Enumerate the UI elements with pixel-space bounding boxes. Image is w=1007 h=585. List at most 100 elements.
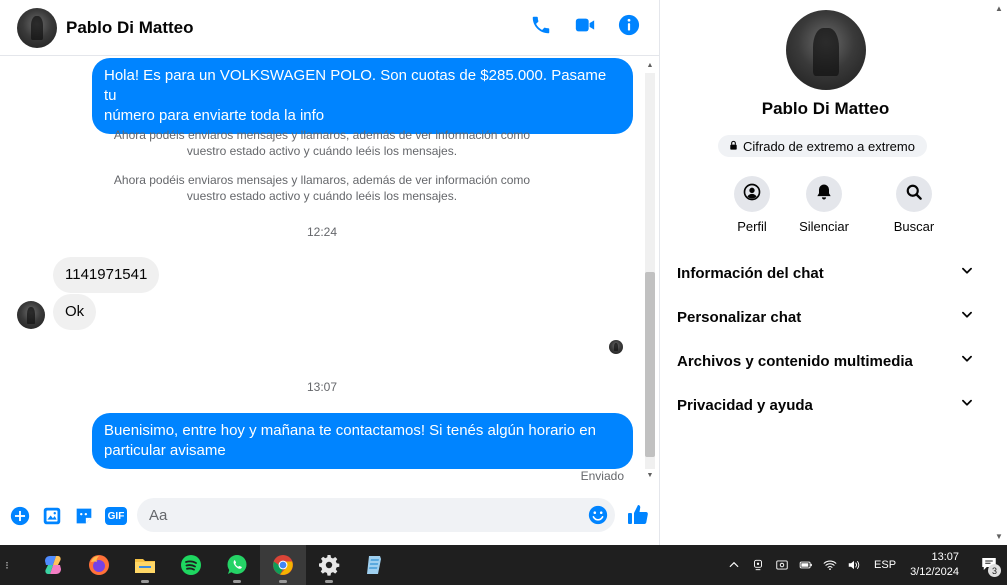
encryption-badge-label: Cifrado de extremo a extremo	[743, 138, 915, 154]
contact-avatar[interactable]	[17, 7, 57, 48]
clock-time: 13:07	[931, 551, 959, 563]
section-chat-info[interactable]: Información del chat	[661, 251, 990, 295]
outgoing-message[interactable]: Buenisimo, entre hoy y mañana te contact…	[92, 413, 633, 469]
webcam-icon[interactable]	[750, 557, 766, 573]
outgoing-message[interactable]: Hola! Es para un VOLKSWAGEN POLO. Son cu…	[92, 58, 633, 134]
profile-button[interactable]: Perfil	[734, 176, 770, 234]
chevron-down-icon	[960, 396, 974, 414]
chevron-up-icon[interactable]	[726, 557, 742, 573]
whatsapp-icon[interactable]	[214, 545, 260, 585]
incoming-message[interactable]: 1141971541	[53, 257, 160, 293]
profile-button-label: Perfil	[737, 219, 767, 234]
page-scroll-down-arrow[interactable]: ▼	[995, 532, 1003, 541]
emoji-icon[interactable]	[587, 504, 609, 531]
notification-count-badge: 3	[988, 564, 1001, 577]
file-explorer-icon[interactable]	[122, 545, 168, 585]
chevron-down-icon	[960, 352, 974, 370]
search-icon	[904, 182, 924, 207]
profile-avatar[interactable]	[786, 10, 866, 90]
seen-indicator-avatar	[609, 340, 623, 354]
message-text: Buenisimo, entre hoy y mañana te contact…	[104, 422, 596, 439]
message-scrollbar[interactable]: ▲ ▼	[642, 57, 656, 487]
info-sections: Información del chat Personalizar chat A…	[661, 251, 990, 427]
tray-icons	[726, 557, 862, 573]
page-scroll-up-arrow[interactable]: ▲	[995, 4, 1003, 13]
system-tray: ESP 13:07 3/12/2024 3	[726, 545, 1007, 585]
info-icon[interactable]	[618, 14, 640, 36]
mute-button-label: Silenciar	[799, 219, 849, 234]
photo-icon[interactable]	[41, 505, 63, 527]
system-note: Ahora podéis enviaros mensajes y llamaro…	[100, 127, 544, 159]
chat-pane: Pablo Di Matteo Hola! Es para un VOLKSWA…	[0, 0, 660, 545]
system-note-text: Ahora podéis enviaros mensajes y llamaro…	[113, 173, 531, 187]
composer-actions: GIF	[9, 505, 127, 527]
profile-button-circle	[734, 176, 770, 212]
notepad-icon[interactable]	[352, 545, 398, 585]
system-note-text: vuestro estado activo y cuándo leéis los…	[186, 189, 458, 203]
message-text: número para enviarte toda la info	[104, 107, 325, 124]
message-input[interactable]	[137, 498, 615, 532]
scroll-up-arrow[interactable]: ▲	[645, 61, 655, 71]
wifi-icon[interactable]	[822, 557, 838, 573]
page-scrollbar[interactable]: ▲ ▼	[991, 0, 1007, 545]
scroll-thumb[interactable]	[645, 272, 655, 457]
section-label: Personalizar chat	[677, 308, 802, 326]
search-button-label: Buscar	[893, 219, 935, 234]
search-button[interactable]: Buscar	[878, 176, 950, 234]
encryption-badge[interactable]: Cifrado de extremo a extremo	[718, 135, 927, 157]
firefox-icon[interactable]	[76, 545, 122, 585]
message-text: Hola! Es para un VOLKSWAGEN POLO. Son cu…	[104, 67, 607, 104]
chevron-down-icon	[960, 308, 974, 326]
section-label: Información del chat	[677, 264, 824, 282]
spotify-icon[interactable]	[168, 545, 214, 585]
sent-status: Enviado	[580, 469, 624, 483]
system-note-text: Ahora podéis enviaros mensajes y llamaro…	[113, 128, 531, 142]
search-button-circle	[896, 176, 932, 212]
chevron-down-icon	[960, 264, 974, 282]
clock-date: 3/12/2024	[910, 566, 959, 578]
sticker-icon[interactable]	[73, 505, 95, 527]
message-timestamp: 12:24	[306, 225, 338, 239]
phone-icon[interactable]	[530, 14, 552, 36]
mute-button-circle	[806, 176, 842, 212]
widgets-edge-icon[interactable]: ⁝	[0, 545, 14, 585]
windows-taskbar: ⁝ ESP 13:07 3/12/2024 3	[0, 545, 1007, 585]
section-media-files[interactable]: Archivos y contenido multimedia	[661, 339, 990, 383]
scroll-down-arrow[interactable]: ▼	[645, 471, 655, 481]
lock-icon	[728, 139, 739, 154]
gif-icon[interactable]: GIF	[105, 507, 127, 525]
profile-name: Pablo Di Matteo	[761, 99, 890, 118]
chat-header: Pablo Di Matteo	[0, 0, 660, 56]
incoming-message[interactable]: Ok	[53, 294, 97, 330]
contact-name[interactable]: Pablo Di Matteo	[66, 18, 194, 38]
system-note-text: vuestro estado activo y cuándo leéis los…	[186, 144, 458, 158]
section-label: Privacidad y ayuda	[677, 396, 813, 414]
battery-icon[interactable]	[798, 557, 814, 573]
clock[interactable]: 13:07 3/12/2024	[910, 550, 959, 580]
screen-capture-icon[interactable]	[774, 557, 790, 573]
mute-button[interactable]: Silenciar	[788, 176, 860, 234]
profile-icon	[742, 182, 762, 207]
bell-icon	[814, 182, 834, 207]
composer: GIF	[0, 490, 660, 542]
message-text: particular avisame	[104, 442, 226, 459]
video-icon[interactable]	[574, 14, 596, 36]
copilot-icon[interactable]	[30, 545, 76, 585]
sender-avatar[interactable]	[17, 301, 45, 329]
volume-icon[interactable]	[846, 557, 862, 573]
conversation-info-panel: Pablo Di Matteo Cifrado de extremo a ext…	[661, 0, 990, 545]
language-indicator[interactable]: ESP	[874, 559, 896, 571]
header-actions	[530, 14, 640, 36]
settings-icon[interactable]	[306, 545, 352, 585]
quick-actions: Perfil Silenciar Buscar	[716, 176, 968, 234]
message-list[interactable]: Hola! Es para un VOLKSWAGEN POLO. Son cu…	[0, 57, 640, 487]
like-icon[interactable]	[626, 503, 650, 532]
notification-center-button[interactable]: 3	[971, 545, 1007, 585]
message-timestamp: 13:07	[306, 380, 338, 394]
section-privacy-help[interactable]: Privacidad y ayuda	[661, 383, 990, 427]
chrome-icon[interactable]	[260, 545, 306, 585]
section-label: Archivos y contenido multimedia	[677, 352, 913, 370]
section-customize-chat[interactable]: Personalizar chat	[661, 295, 990, 339]
plus-icon[interactable]	[9, 505, 31, 527]
system-note: Ahora podéis enviaros mensajes y llamaro…	[100, 172, 544, 204]
